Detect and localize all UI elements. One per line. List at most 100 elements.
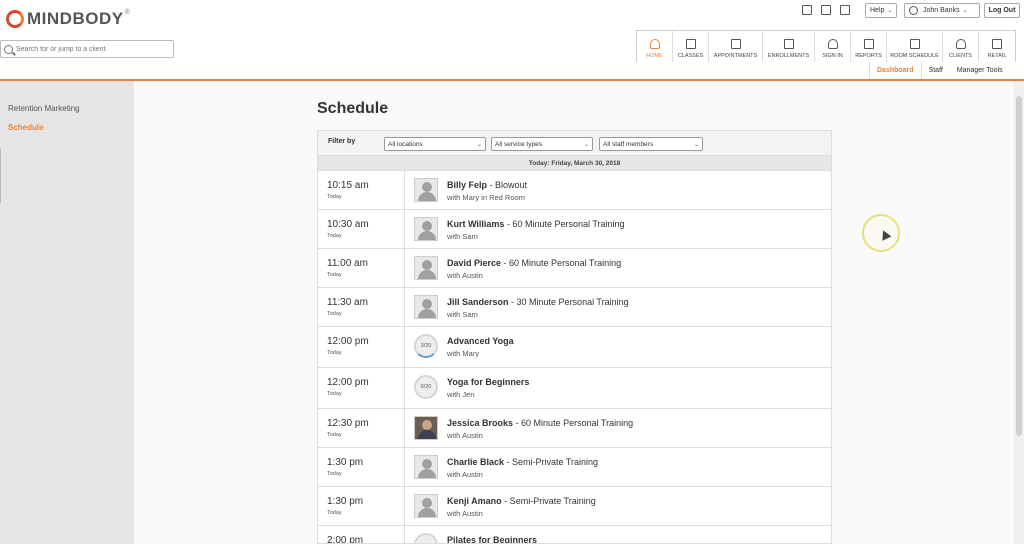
retail-icon xyxy=(992,39,1002,49)
time-cell: 11:30 am Today xyxy=(318,288,405,326)
appointment-title[interactable]: Charlie Black - Semi-Private Training xyxy=(447,457,598,467)
service-name: - Semi-Private Training xyxy=(501,496,596,506)
calendar-icon[interactable] xyxy=(802,5,812,15)
appointment-title[interactable]: David Pierce - 60 Minute Personal Traini… xyxy=(447,258,621,268)
nav-label: CLASSES xyxy=(677,53,704,59)
client-photo[interactable] xyxy=(414,416,438,440)
search-icon xyxy=(4,44,13,54)
appointment-title[interactable]: Kurt Williams - 60 Minute Personal Train… xyxy=(447,219,625,229)
nav-room-schedule[interactable]: ROOM SCHEDULE xyxy=(887,31,943,62)
schedule-row[interactable]: 11:30 am Today Jill Sanderson - 30 Minute … xyxy=(318,288,831,327)
nav-label: REPORTS xyxy=(855,53,882,59)
avatar-head xyxy=(422,420,432,430)
staff-detail: with Austin xyxy=(447,431,483,440)
client-or-class-name[interactable]: Jessica Brooks xyxy=(447,418,513,428)
subnav-dashboard[interactable]: Dashboard xyxy=(869,62,922,79)
classes-icon xyxy=(685,39,696,49)
help-dropdown[interactable]: Help ⌄ xyxy=(865,3,898,18)
client-or-class-name[interactable]: Pilates for Beginners xyxy=(447,535,537,543)
nav-sign-in[interactable]: SIGN IN xyxy=(815,31,851,62)
service-type-filter-select[interactable]: All service types ⌄ xyxy=(491,137,593,151)
appointment-title[interactable]: Yoga for Beginners xyxy=(447,377,529,387)
client-avatar-icon[interactable] xyxy=(414,217,438,241)
checkbox-icon[interactable] xyxy=(840,5,850,15)
logout-button[interactable]: Log Out xyxy=(984,3,1020,18)
nav-label: RETAIL xyxy=(987,53,1007,59)
client-search-input[interactable] xyxy=(16,45,166,53)
nav-classes[interactable]: CLASSES xyxy=(673,31,709,62)
close-box-icon[interactable] xyxy=(821,5,831,15)
schedule-row[interactable]: 12:00 pm Today 0/20 Yoga for Beginners with … xyxy=(318,368,831,409)
staff-detail: with Sam xyxy=(447,310,478,319)
appointment-title[interactable]: Billy Felp - Blowout xyxy=(447,180,527,190)
avatar-head xyxy=(422,182,432,192)
client-or-class-name[interactable]: David Pierce xyxy=(447,258,501,268)
schedule-row[interactable]: 12:30 pm Today Jessica Brooks - 60 Minute … xyxy=(318,409,831,448)
home-icon xyxy=(649,39,660,49)
schedule-row[interactable]: 11:00 am Today David Pierce - 60 Minute Pe… xyxy=(318,249,831,288)
avatar-body xyxy=(418,270,436,279)
nav-appointments[interactable]: APPOINTMENTS xyxy=(709,31,763,62)
mindbody-logo[interactable]: MINDBODY ® xyxy=(6,9,130,29)
service-name: - 60 Minute Personal Training xyxy=(501,258,622,268)
enrollments-icon xyxy=(783,39,794,49)
appointment-title[interactable]: Advanced Yoga xyxy=(447,336,514,346)
schedule-row[interactable]: 10:15 am Today Billy Felp - Blowout with Ma… xyxy=(318,171,831,210)
nav-enrollments[interactable]: ENROLLMENTS xyxy=(763,31,815,62)
staff-filter-select[interactable]: All staff members ⌄ xyxy=(599,137,703,151)
client-avatar-icon[interactable] xyxy=(414,295,438,319)
service-name: - 30 Minute Personal Training xyxy=(508,297,629,307)
appointment-title[interactable]: Jill Sanderson - 30 Minute Personal Trai… xyxy=(447,297,629,307)
service-name: - 60 Minute Personal Training xyxy=(504,219,625,229)
sidebar-item-retention-marketing[interactable]: Retention Marketing xyxy=(8,104,80,113)
main-nav: HOME CLASSES APPOINTMENTS ENROLLMENTS SI… xyxy=(636,30,1016,62)
client-search-box[interactable] xyxy=(0,40,174,58)
nav-reports[interactable]: REPORTS xyxy=(851,31,887,62)
scrollbar-thumb[interactable] xyxy=(1016,96,1022,436)
nav-label: HOME xyxy=(646,53,663,59)
client-avatar-icon[interactable] xyxy=(414,256,438,280)
chevron-down-icon: ⌄ xyxy=(476,141,482,148)
location-filter-select[interactable]: All locations ⌄ xyxy=(384,137,486,151)
appointment-title[interactable]: Pilates for Beginners xyxy=(447,535,537,543)
sidebar-item-schedule[interactable]: Schedule xyxy=(8,123,44,132)
schedule-row[interactable]: 1:30 pm Today Charlie Black - Semi-Private… xyxy=(318,448,831,487)
schedule-row[interactable]: 1:30 pm Today Kenji Amano - Semi-Private T… xyxy=(318,487,831,526)
appointment-time: 10:30 am xyxy=(327,219,369,230)
client-avatar-icon[interactable] xyxy=(414,494,438,518)
client-or-class-name[interactable]: Yoga for Beginners xyxy=(447,377,529,387)
staff-detail: with Austin xyxy=(447,509,483,518)
nav-label: APPOINTMENTS xyxy=(713,53,758,59)
staff-detail: with Austin xyxy=(447,271,483,280)
client-avatar-icon[interactable] xyxy=(414,455,438,479)
schedule-panel: Filter by All locations ⌄ All service ty… xyxy=(317,130,832,544)
schedule-row[interactable]: 12:00 pm Today 3/20 Advanced Yoga with Mary xyxy=(318,327,831,368)
client-or-class-name[interactable]: Jill Sanderson xyxy=(447,297,509,307)
class-capacity-ring xyxy=(414,533,438,543)
nav-clients[interactable]: CLIENTS xyxy=(943,31,979,62)
client-or-class-name[interactable]: Kenji Amano xyxy=(447,496,502,506)
nav-retail[interactable]: RETAIL xyxy=(979,31,1015,62)
appointment-title[interactable]: Jessica Brooks - 60 Minute Personal Trai… xyxy=(447,418,633,428)
subnav-manager-tools[interactable]: Manager Tools xyxy=(950,62,1010,79)
client-avatar-icon[interactable] xyxy=(414,178,438,202)
avatar-body xyxy=(418,469,436,478)
user-menu[interactable]: John Banks ⌄ xyxy=(904,3,980,18)
appointment-day: Today xyxy=(327,194,342,200)
client-or-class-name[interactable]: Kurt Williams xyxy=(447,219,504,229)
staff-detail: with Austin xyxy=(447,470,483,479)
schedule-row[interactable]: 10:30 am Today Kurt Williams - 60 Minute P… xyxy=(318,210,831,249)
page-title: Schedule xyxy=(317,100,389,117)
time-cell: 1:30 pm Today xyxy=(318,448,405,486)
client-or-class-name[interactable]: Billy Felp xyxy=(447,180,487,190)
avatar-body xyxy=(418,231,436,240)
schedule-row[interactable]: 2:00 pmToday Pilates for Beginners xyxy=(318,526,831,543)
nav-home[interactable]: HOME xyxy=(637,31,673,62)
appointment-day: Today xyxy=(327,272,342,278)
subnav-staff[interactable]: Staff xyxy=(922,62,950,79)
clients-icon xyxy=(955,39,966,49)
client-or-class-name[interactable]: Advanced Yoga xyxy=(447,336,514,346)
appointment-title[interactable]: Kenji Amano - Semi-Private Training xyxy=(447,496,596,506)
service-type-filter-value: All service types xyxy=(495,140,542,148)
client-or-class-name[interactable]: Charlie Black xyxy=(447,457,504,467)
